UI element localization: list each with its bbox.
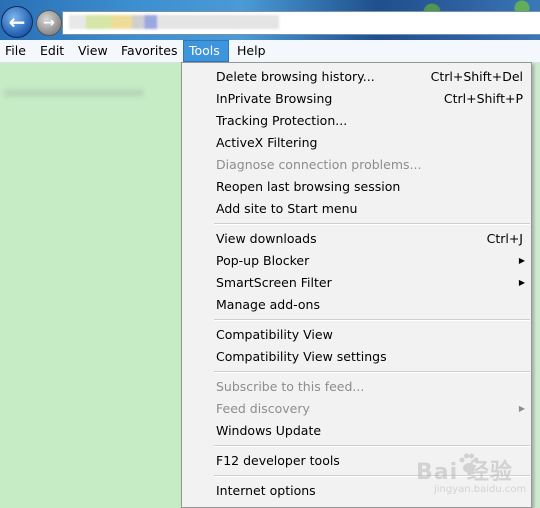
menu-edit[interactable]: Edit xyxy=(35,40,69,62)
menu-item-label: Windows Update xyxy=(216,423,322,438)
menu-item-label: Compatibility View settings xyxy=(216,349,387,364)
address-bar[interactable] xyxy=(62,11,540,35)
menu-item-pop-up-blocker[interactable]: Pop-up Blocker ▶ xyxy=(182,250,531,272)
menu-item-inprivate-browsing[interactable]: InPrivate Browsing Ctrl+Shift+P xyxy=(182,88,531,110)
menu-item-label: Pop-up Blocker xyxy=(216,253,310,268)
tools-dropdown-menu: Delete browsing history... Ctrl+Shift+Del… xyxy=(181,62,532,508)
menu-item-view-downloads[interactable]: View downloads Ctrl+J xyxy=(182,228,531,250)
blurred-url xyxy=(69,15,279,29)
menu-item-label: Add site to Start menu xyxy=(216,201,358,216)
menu-item-diagnose-connection-problems: Diagnose connection problems... xyxy=(182,154,531,176)
menu-item-tracking-protection[interactable]: Tracking Protection... xyxy=(182,110,531,132)
submenu-arrow-icon: ▶ xyxy=(518,404,525,413)
page-content-area xyxy=(0,63,182,508)
menu-item-label: View downloads xyxy=(216,231,317,246)
menu-item-label: Delete browsing history... xyxy=(216,69,375,84)
menu-item-label: Subscribe to this feed... xyxy=(216,379,365,394)
back-arrow-icon[interactable]: ← xyxy=(1,6,33,38)
menu-item-manage-add-ons[interactable]: Manage add-ons xyxy=(182,294,531,316)
submenu-arrow-icon: ▶ xyxy=(518,278,525,287)
menu-view[interactable]: View xyxy=(73,40,113,62)
submenu-arrow-icon: ▶ xyxy=(518,256,525,265)
menu-item-shortcut: Ctrl+Shift+Del xyxy=(430,69,523,84)
watermark-url: jingyan.baidu.com xyxy=(434,484,527,495)
menu-item-label: ActiveX Filtering xyxy=(216,135,318,150)
menu-item-activex-filtering[interactable]: ActiveX Filtering xyxy=(182,132,531,154)
menu-tools[interactable]: Tools xyxy=(183,40,229,62)
menu-item-smartscreen-filter[interactable]: SmartScreen Filter ▶ xyxy=(182,272,531,294)
menu-separator xyxy=(214,223,530,225)
menu-item-compatibility-view[interactable]: Compatibility View xyxy=(182,324,531,346)
menu-item-reopen-last-browsing-session[interactable]: Reopen last browsing session xyxy=(182,176,531,198)
menu-item-label: Feed discovery xyxy=(216,401,310,416)
menu-item-label: Reopen last browsing session xyxy=(216,179,401,194)
menu-item-shortcut: Ctrl+J xyxy=(486,231,523,246)
menu-item-label: Compatibility View xyxy=(216,327,333,342)
menu-favorites[interactable]: Favorites xyxy=(116,40,182,62)
menu-bar: File Edit View Favorites Tools Help xyxy=(0,40,540,63)
forward-arrow-icon[interactable]: → xyxy=(36,10,62,36)
menu-item-windows-update[interactable]: Windows Update xyxy=(182,420,531,442)
menu-item-compatibility-view-settings[interactable]: Compatibility View settings xyxy=(182,346,531,368)
menu-item-add-site-to-start-menu[interactable]: Add site to Start menu xyxy=(182,198,531,220)
menu-separator xyxy=(214,371,530,373)
baidu-watermark: Bai 经验 jingyan.baidu.com xyxy=(412,446,538,506)
menu-item-label: SmartScreen Filter xyxy=(216,275,332,290)
menu-separator xyxy=(214,319,530,321)
menu-item-shortcut: Ctrl+Shift+P xyxy=(443,91,523,106)
menu-item-label: F12 developer tools xyxy=(216,453,340,468)
menu-item-label: Tracking Protection... xyxy=(216,113,348,128)
menu-item-label: Manage add-ons xyxy=(216,297,320,312)
menu-file[interactable]: File xyxy=(0,40,31,62)
paw-logo-icon xyxy=(459,453,479,473)
menu-help[interactable]: Help xyxy=(232,40,271,62)
menu-item-label: Diagnose connection problems... xyxy=(216,157,422,172)
menu-item-label: Internet options xyxy=(216,483,316,498)
blurred-page-text xyxy=(4,89,144,97)
page-edge xyxy=(531,63,540,508)
menu-item-label: InPrivate Browsing xyxy=(216,91,333,106)
menu-item-delete-browsing-history[interactable]: Delete browsing history... Ctrl+Shift+Del xyxy=(182,66,531,88)
menu-item-feed-discovery: Feed discovery ▶ xyxy=(182,398,531,420)
menu-item-subscribe-to-this-feed: Subscribe to this feed... xyxy=(182,376,531,398)
